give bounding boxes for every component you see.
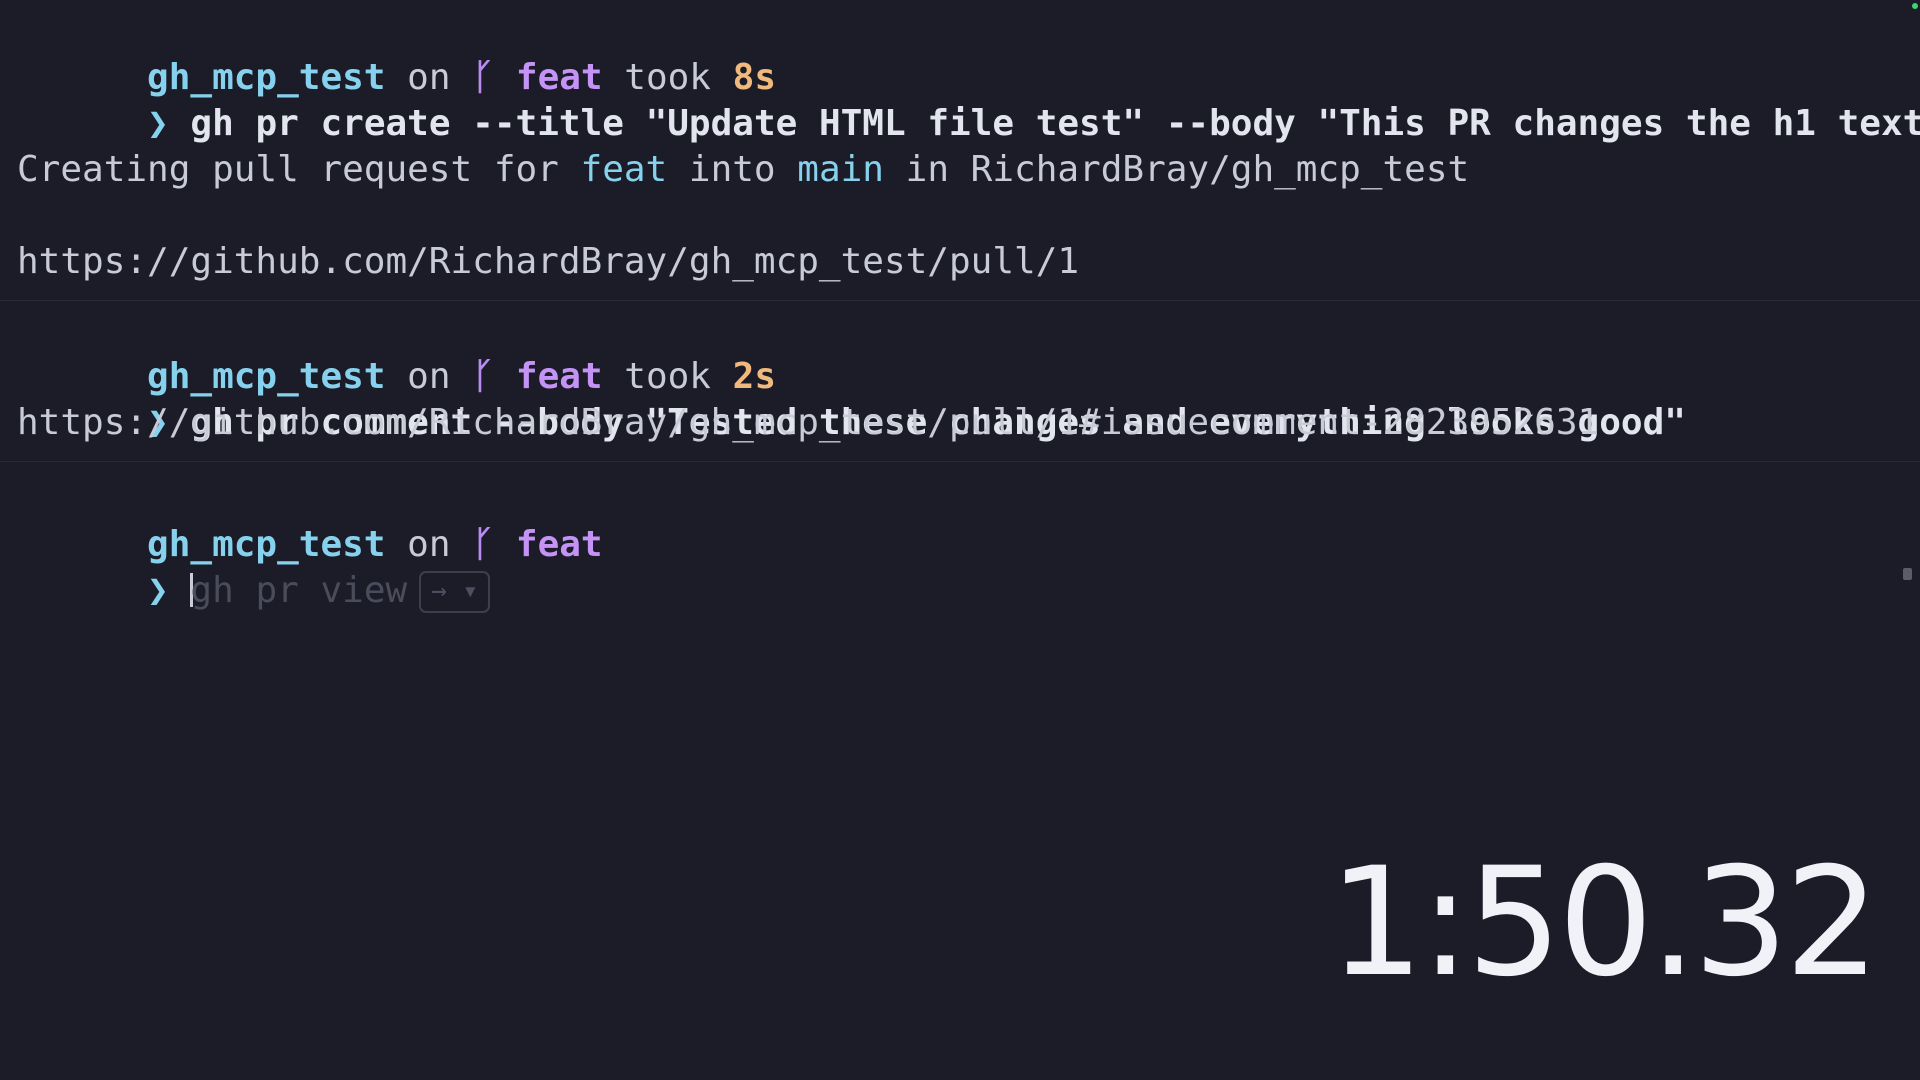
head-branch: feat — [580, 149, 668, 190]
prompt-line: gh_mcp_test on ᚴ feat took 8s — [17, 9, 1920, 98]
command-block-1: gh_mcp_test on ᚴ feat took 8s ❯ gh pr cr… — [17, 9, 1920, 285]
directory-name: gh_mcp_test — [147, 57, 386, 98]
output-pr-url[interactable]: https://github.com/RichardBray/gh_mcp_te… — [17, 239, 1920, 285]
command-duration: 8s — [732, 57, 777, 98]
status-dot-icon — [1912, 3, 1918, 9]
directory-name: gh_mcp_test — [147, 356, 386, 397]
prompt-on-text: on — [407, 356, 451, 397]
scroll-indicator-icon[interactable] — [1903, 568, 1912, 580]
block-separator — [0, 300, 1920, 301]
output-text: in RichardBray/gh_mcp_test — [883, 149, 1470, 190]
branch-name: feat — [515, 356, 603, 397]
output-text: into — [667, 149, 798, 190]
autosuggestion-text[interactable]: gh pr view — [190, 570, 407, 611]
accept-suggestion-button[interactable]: → ▾ — [419, 571, 491, 613]
prompt-line: gh_mcp_test on ᚴ feat took 2s — [17, 308, 1920, 397]
command-text: gh pr create --title "Update HTML file t… — [190, 103, 1920, 144]
comment-url-link[interactable]: https://github.com/RichardBray/gh_mcp_te… — [17, 402, 1599, 443]
prompt-took-text: took — [624, 356, 711, 397]
git-branch-icon: ᚴ — [472, 57, 494, 98]
output-creating-pr: Creating pull request for feat into main… — [17, 147, 1920, 193]
output-text: Creating pull request for — [17, 149, 581, 190]
prompt-on-text: on — [407, 57, 451, 98]
directory-name: gh_mcp_test — [147, 524, 386, 565]
command-duration: 2s — [732, 356, 777, 397]
command-block-2: gh_mcp_test on ᚴ feat took 2s ❯ gh pr co… — [17, 308, 1920, 446]
active-prompt-block: gh_mcp_test on ᚴ feat ❯ gh pr view → ▾ — [17, 476, 1920, 613]
git-branch-icon: ᚴ — [472, 524, 494, 565]
branch-name: feat — [515, 57, 603, 98]
prompt-chevron-icon: ❯ — [147, 103, 169, 144]
branch-name: feat — [515, 524, 603, 565]
prompt-took-text: took — [624, 57, 711, 98]
pr-url-link[interactable]: https://github.com/RichardBray/gh_mcp_te… — [17, 241, 1079, 282]
prompt-chevron-icon: ❯ — [147, 570, 169, 611]
prompt-on-text: on — [407, 524, 451, 565]
elapsed-timer: 1:50.32 — [1328, 836, 1880, 1010]
base-branch: main — [797, 149, 884, 190]
prompt-line: gh_mcp_test on ᚴ feat — [17, 476, 1920, 565]
git-branch-icon: ᚴ — [472, 356, 494, 397]
block-separator — [0, 461, 1920, 462]
